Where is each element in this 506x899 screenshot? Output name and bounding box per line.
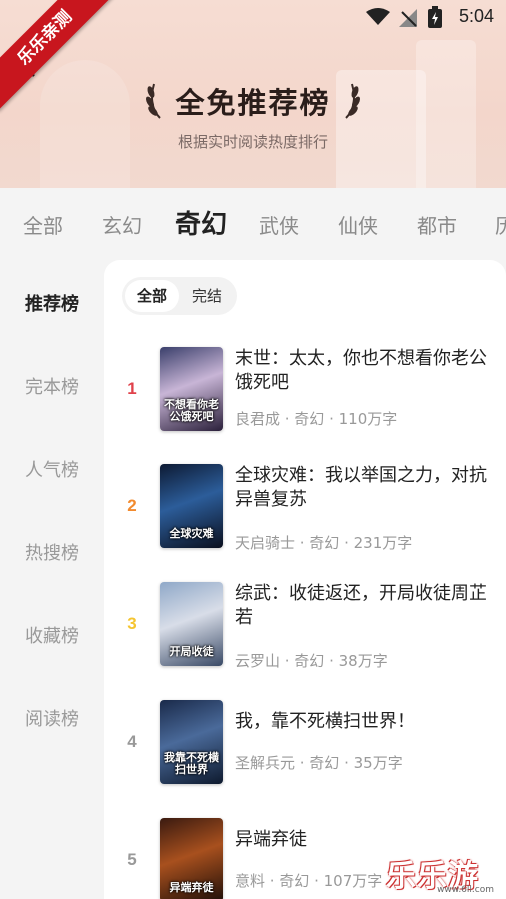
book-title[interactable]: 全球灾难：我以举国之力，对抗异兽复苏: [235, 464, 490, 512]
wifi-icon: [366, 8, 390, 25]
book-row[interactable]: 3 开局收徒 综武：收徒返还，开局收徒周芷若云罗山 · 奇幻 · 38万字: [104, 582, 506, 682]
tab-wuxia[interactable]: 武侠: [259, 210, 299, 239]
cover-title-text: 全球灾难: [169, 527, 214, 540]
book-row[interactable]: 1 不想看你老公饿死吧 末世：太太，你也不想看你老公饿死吧良君成 · 奇幻 · 11…: [104, 347, 506, 447]
cover-title-text: 我靠不死横扫世界: [164, 751, 219, 776]
rank-number: 2: [127, 496, 137, 515]
book-row[interactable]: 4 我靠不死横扫世界 我，靠不死横扫世界！ 圣解兵元 · 奇幻 · 35万字: [104, 700, 506, 800]
book-list-panel: 全部 完结 1 不想看你老公饿死吧 末世：太太，你也不想看你老公饿死吧良君成 · 奇…: [104, 260, 506, 899]
book-title[interactable]: 综武：收徒返还，开局收徒周芷若: [235, 582, 490, 630]
tab-xuanhuan[interactable]: 玄幻: [102, 210, 142, 239]
title-row: 全免推荐榜: [0, 80, 506, 122]
book-cover[interactable]: 不想看你老公饿死吧: [160, 347, 223, 431]
rank-number: 4: [127, 732, 137, 751]
laurel-right-icon: [344, 83, 360, 119]
book-cover[interactable]: 全球灾难: [160, 464, 223, 548]
status-filter: 全部 完结: [122, 277, 237, 315]
book-title[interactable]: 我，靠不死横扫世界！: [235, 710, 490, 734]
rank-number: 5: [127, 850, 137, 869]
sidebar-item-favorites[interactable]: 收藏榜: [0, 622, 104, 648]
book-meta: 云罗山 · 奇幻 · 38万字: [235, 652, 388, 670]
battery-charging-icon: [428, 6, 442, 28]
book-title[interactable]: 异端弃徒: [235, 828, 490, 852]
book-title[interactable]: 末世：太太，你也不想看你老公饿死吧: [235, 347, 490, 395]
cover-title-text: 开局收徒: [169, 645, 214, 658]
book-meta: 天启骑士 · 奇幻 · 231万字: [235, 534, 413, 552]
book-meta: 良君成 · 奇幻 · 110万字: [235, 410, 398, 428]
sidebar-item-hot-search[interactable]: 热搜榜: [0, 539, 104, 565]
tab-history[interactable]: 历: [495, 210, 506, 239]
page-title: 全免推荐榜: [175, 86, 331, 120]
sidebar-item-completed[interactable]: 完本榜: [0, 373, 104, 399]
rank-number: 1: [127, 379, 137, 398]
tab-xianxia[interactable]: 仙侠: [338, 210, 378, 239]
sidebar-item-popular[interactable]: 人气榜: [0, 456, 104, 482]
book-row[interactable]: 2 全球灾难 全球灾难：我以举国之力，对抗异兽复苏天启骑士 · 奇幻 · 231万字: [104, 464, 506, 564]
cover-title-text: 异端弃徒: [169, 881, 214, 894]
book-cover[interactable]: 我靠不死横扫世界: [160, 700, 223, 784]
book-cover[interactable]: 开局收徒: [160, 582, 223, 666]
tab-qihuan[interactable]: 奇幻: [175, 204, 227, 241]
rank-number: 3: [127, 614, 137, 633]
cover-title-text: 不想看你老公饿死吧: [164, 398, 219, 423]
category-tabs: 全部 玄幻 奇幻 武侠 仙侠 都市 历: [0, 188, 506, 260]
sidebar-item-recommend[interactable]: 推荐榜: [0, 290, 104, 316]
tab-all[interactable]: 全部: [23, 210, 63, 239]
book-meta: 意料 · 奇幻 · 107万字: [235, 872, 383, 890]
filter-all-button[interactable]: 全部: [125, 280, 179, 312]
laurel-left-icon: [146, 83, 162, 119]
status-time: 5:04: [458, 6, 494, 26]
filter-finished-button[interactable]: 完结: [180, 280, 234, 312]
no-signal-icon: [399, 9, 417, 27]
watermark-url: www.6ll.com: [437, 885, 494, 895]
sidebar-item-reading[interactable]: 阅读榜: [0, 705, 104, 731]
book-meta: 圣解兵元 · 奇幻 · 35万字: [235, 754, 403, 772]
tab-dushi[interactable]: 都市: [417, 210, 457, 239]
book-cover[interactable]: 异端弃徒: [160, 818, 223, 899]
page-subtitle: 根据实时阅读热度排行: [177, 133, 328, 151]
watermark: 乐乐游戏 www.6ll.com: [386, 851, 502, 895]
